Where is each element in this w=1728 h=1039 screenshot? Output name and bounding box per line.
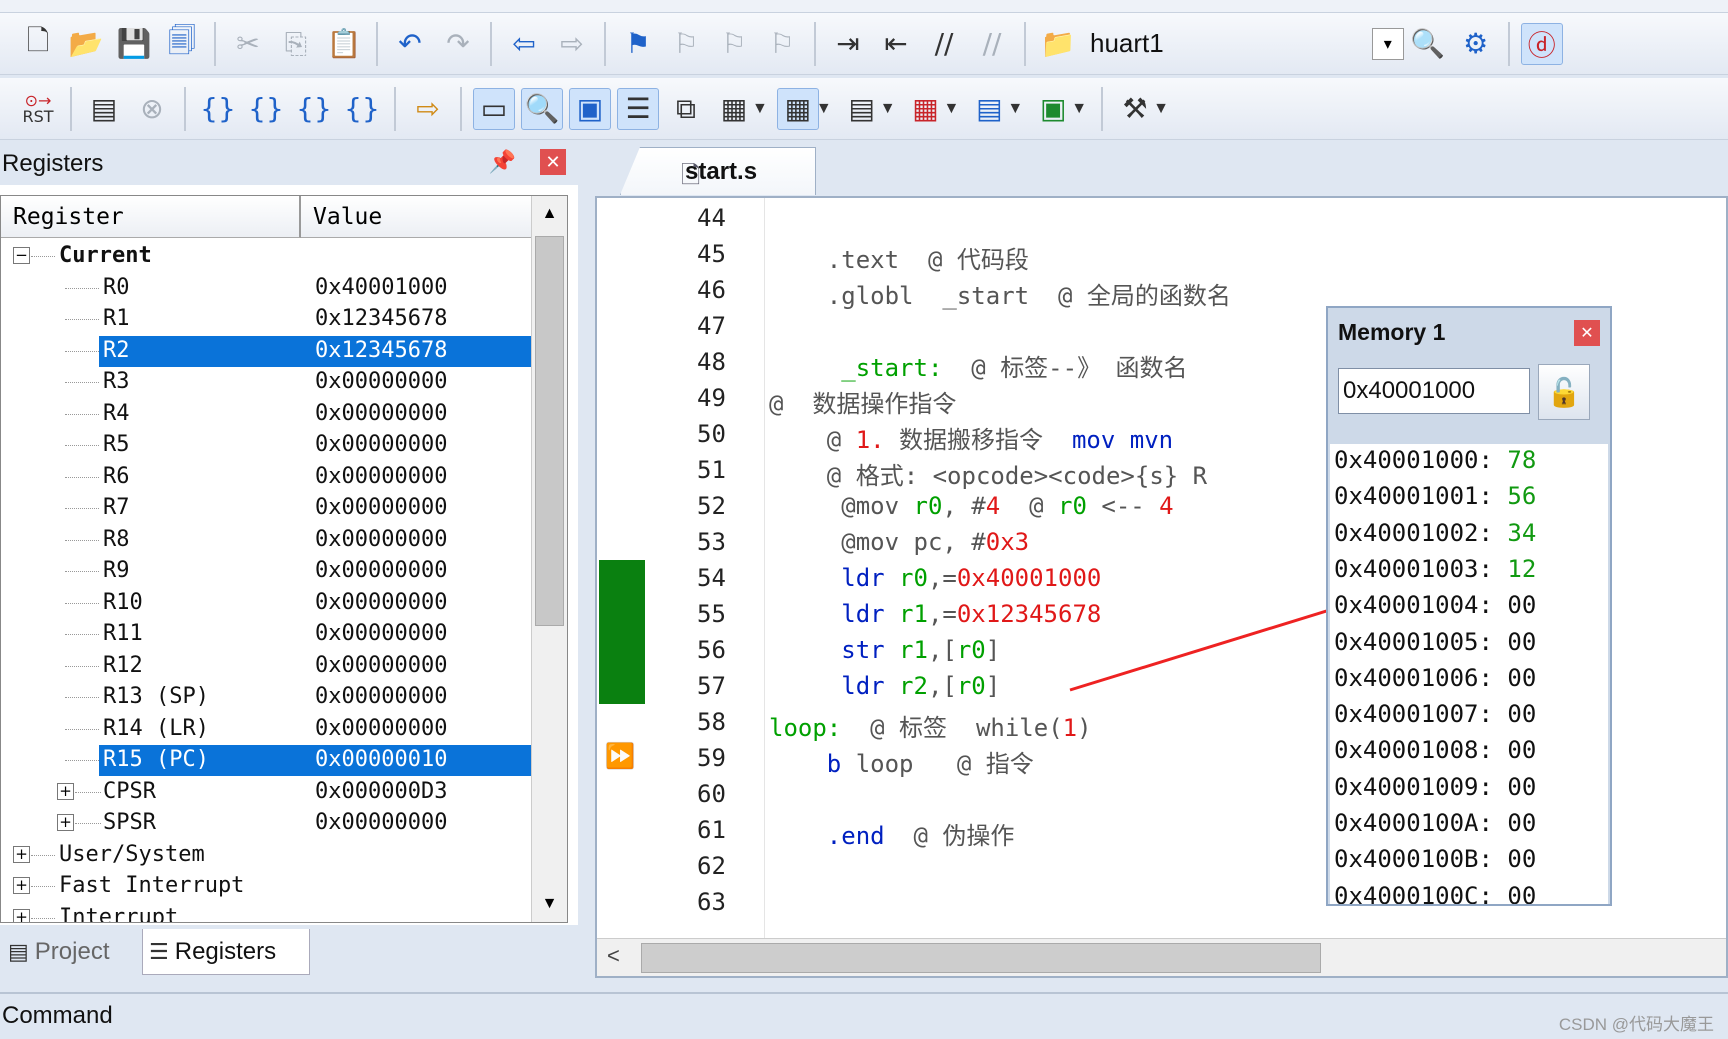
memory-value[interactable]: 78 (1507, 446, 1536, 474)
command-panel: Command CSDN @代码大魔王 (0, 992, 1728, 1039)
memory-address: 0x40001001: (1334, 482, 1493, 511)
memory-value[interactable]: 12 (1507, 555, 1536, 583)
memory-address: 0x40001000: (1334, 446, 1493, 474)
memory-row[interactable]: 0x40001001: 56 (1334, 482, 1536, 510)
memory-address: 0x4000100C: (1334, 881, 1493, 904)
memory-row[interactable]: 0x40001008: 00 (1334, 736, 1536, 764)
memory-address: 0x4000100B: (1334, 845, 1493, 874)
memory-address: 0x40001006: (1334, 663, 1493, 692)
memory-window: Memory 1 ✕ 0x40001000 🔓 0x40001000: 78 0x… (1326, 306, 1612, 906)
memory-value[interactable]: 00 (1507, 700, 1536, 728)
memory-address-input[interactable]: 0x40001000 (1338, 368, 1530, 414)
memory-value[interactable]: 00 (1507, 664, 1536, 692)
memory-row[interactable]: 0x40001004: 00 (1334, 591, 1536, 619)
memory-window-header[interactable]: Memory 1 ✕ (1328, 308, 1610, 356)
memory-row[interactable]: 0x40001002: 34 (1334, 519, 1536, 547)
memory-row[interactable]: 0x4000100A: 00 (1334, 809, 1536, 837)
command-panel-title: Command (2, 1002, 113, 1029)
memory-row[interactable]: 0x4000100C: 00 (1334, 882, 1536, 904)
memory-list[interactable]: 0x40001000: 78 0x40001001: 56 0x40001002: … (1330, 444, 1608, 904)
memory-value[interactable]: 56 (1507, 482, 1536, 510)
memory-value[interactable]: 00 (1507, 882, 1536, 904)
memory-value[interactable]: 00 (1507, 591, 1536, 619)
memory-row[interactable]: 0x40001006: 00 (1334, 664, 1536, 692)
memory-value[interactable]: 00 (1507, 773, 1536, 801)
memory-address: 0x40001009: (1334, 772, 1493, 801)
memory-row[interactable]: 0x40001003: 12 (1334, 555, 1536, 583)
memory-row[interactable]: 0x40001005: 00 (1334, 628, 1536, 656)
watermark: CSDN @代码大魔王 (1558, 1015, 1714, 1034)
memory-row[interactable]: 0x40001000: 78 (1334, 446, 1536, 474)
memory-value[interactable]: 00 (1507, 845, 1536, 873)
memory-row[interactable]: 0x40001009: 00 (1334, 773, 1536, 801)
memory-address: 0x40001003: (1334, 554, 1493, 583)
memory-address: 0x40001008: (1334, 736, 1493, 765)
memory-address: 0x40001007: (1334, 700, 1493, 729)
memory-window-title: Memory 1 (1338, 318, 1446, 345)
close-icon[interactable]: ✕ (1574, 320, 1600, 346)
memory-address: 0x40001005: (1334, 627, 1493, 656)
lock-icon[interactable]: 🔓 (1538, 364, 1590, 420)
memory-row[interactable]: 0x40001007: 00 (1334, 700, 1536, 728)
memory-address: 0x40001004: (1334, 591, 1493, 620)
memory-value[interactable]: 34 (1507, 519, 1536, 547)
memory-row[interactable]: 0x4000100B: 00 (1334, 845, 1536, 873)
memory-value[interactable]: 00 (1507, 809, 1536, 837)
memory-address: 0x40001002: (1334, 518, 1493, 547)
memory-value[interactable]: 00 (1507, 628, 1536, 656)
memory-address: 0x4000100A: (1334, 809, 1493, 837)
memory-value[interactable]: 00 (1507, 736, 1536, 764)
